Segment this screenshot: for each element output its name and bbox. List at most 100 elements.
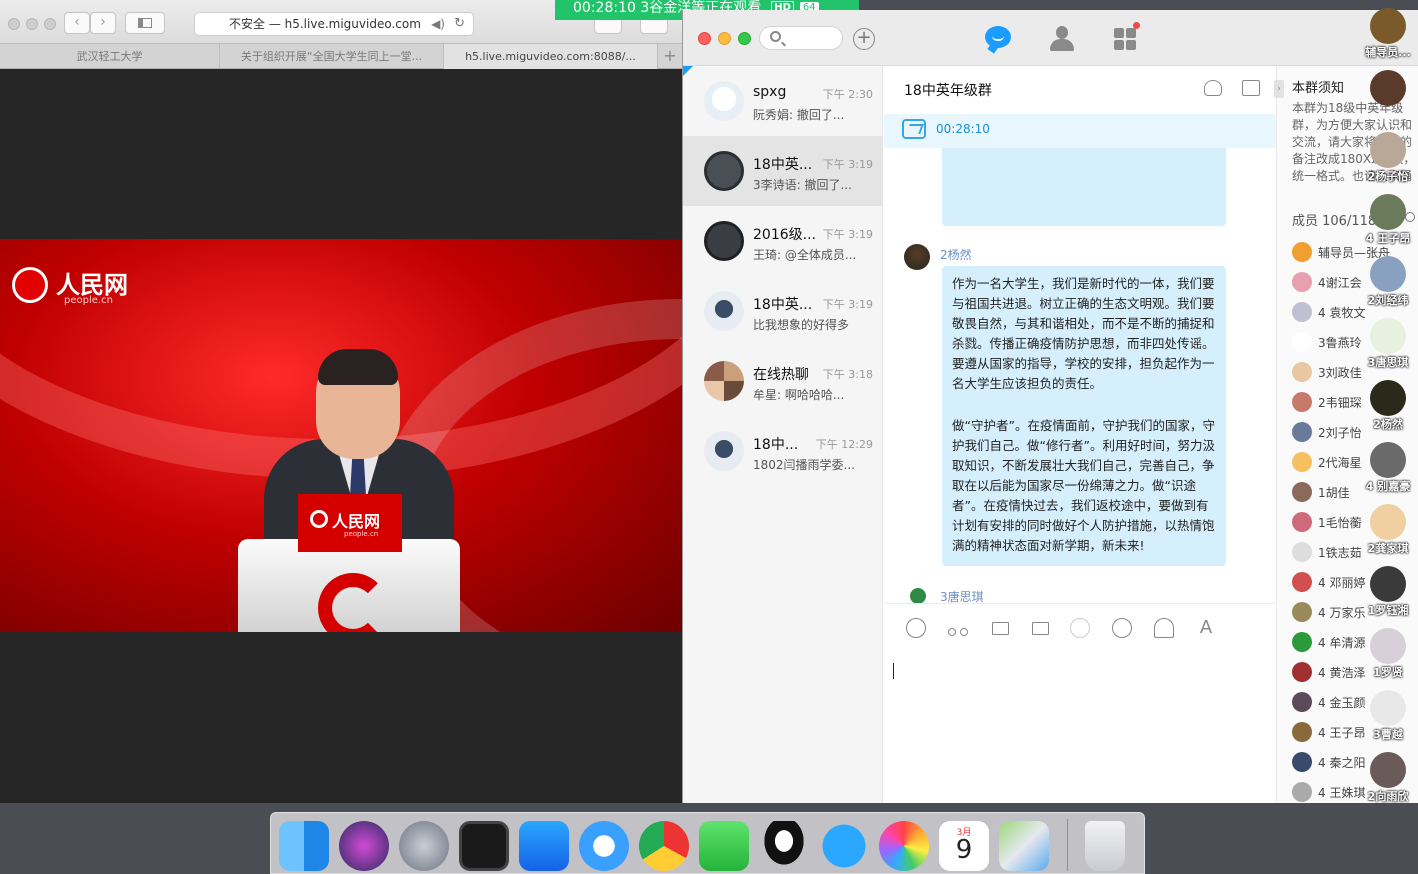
qq-zoom-button[interactable] <box>738 32 751 45</box>
viewer-item[interactable]: 4 王子昂 <box>1358 190 1418 252</box>
avatar[interactable] <box>910 588 926 603</box>
avatar <box>1292 632 1312 652</box>
conversation-name: 18中... <box>753 437 799 453</box>
conversation-item[interactable]: 2016级... 下午 3:19 王琦: @全体成员... <box>683 206 883 276</box>
messages-tab-icon[interactable] <box>983 24 1013 54</box>
viewer-item[interactable]: 2龚家琪 <box>1358 500 1418 562</box>
messages-icon[interactable] <box>819 821 869 871</box>
new-tab-button[interactable]: + <box>658 44 682 69</box>
avatar <box>1370 194 1406 230</box>
avatar <box>1370 566 1406 602</box>
browser-close-button[interactable] <box>8 18 20 30</box>
qq-icon[interactable] <box>759 821 809 871</box>
message-paragraph: 做“守护者”。在疫情面前，守护我们的国家，守护我们自己。做“修行者”。利用好时间… <box>952 418 1215 553</box>
screen-share-bar[interactable]: 00:28:10 <box>884 114 1276 148</box>
member-name: 3鲁燕玲 <box>1318 336 1362 350</box>
live-video[interactable]: 人民网 people.cn 人民网 people.cn <box>0 239 682 632</box>
emoji-icon[interactable] <box>906 618 926 638</box>
viewer-item[interactable]: 2杨然 <box>1358 376 1418 438</box>
avatar <box>1370 442 1406 478</box>
bell-icon[interactable] <box>1154 618 1174 638</box>
avatar <box>1292 572 1312 592</box>
avatar <box>1292 782 1312 802</box>
facetime-icon[interactable] <box>699 821 749 871</box>
safari-icon[interactable] <box>579 821 629 871</box>
collapse-panel-button[interactable]: › <box>1274 80 1284 98</box>
launchpad-icon[interactable] <box>399 821 449 871</box>
scissors-icon[interactable] <box>948 618 968 638</box>
conversation-time: 下午 3:19 <box>822 298 873 311</box>
avatar[interactable] <box>904 244 930 270</box>
conversation-item[interactable]: spxg 下午 2:30 阮秀娟: 撤回了... <box>683 66 883 136</box>
folder-icon[interactable] <box>1242 80 1260 96</box>
maps-icon[interactable] <box>999 821 1049 871</box>
viewer-name: 2向雨欣 <box>1367 790 1409 803</box>
viewer-item[interactable]: 3唐思琪 <box>1358 314 1418 376</box>
qq-search-input[interactable] <box>759 26 843 50</box>
message-paragraph: 作为一名大学生，我们是新时代的一体，我们要与祖国共进退。树立正确的生态文明观。我… <box>952 276 1215 391</box>
photos-icon[interactable] <box>879 821 929 871</box>
viewer-item[interactable] <box>1358 66 1418 128</box>
address-bar[interactable]: 不安全 — h5.live.miguvideo.com ◀) ↻ <box>194 12 474 36</box>
viewer-item[interactable]: 1罗钰湘 <box>1358 562 1418 624</box>
viewer-item[interactable]: 2杨子怡 <box>1358 128 1418 190</box>
tab-notice[interactable]: 关于组织开展“全国大学生同上一堂... <box>220 44 444 69</box>
message-input[interactable] <box>884 651 1276 803</box>
conversation-item[interactable]: 18中... 下午 12:29 1802闫播雨学委... <box>683 416 883 486</box>
message-sender[interactable]: 3唐思琪 <box>940 588 984 603</box>
clock-icon[interactable] <box>1112 618 1132 638</box>
conversation-item[interactable]: 在线热聊 下午 3:18 牟星: 啊哈哈哈... <box>683 346 883 416</box>
qq-minimize-button[interactable] <box>718 32 731 45</box>
conversation-item[interactable]: 18中英... 下午 3:19 比我想象的好得多 <box>683 276 883 346</box>
contacts-tab-icon[interactable] <box>1047 24 1077 54</box>
reload-icon[interactable]: ↻ <box>454 13 465 35</box>
trash-icon[interactable] <box>1085 821 1125 871</box>
tab-live[interactable]: h5.live.miguvideo.com:8088/... <box>444 44 658 69</box>
tab-whpu[interactable]: 武汉轻工大学 <box>0 44 220 69</box>
qq-top-bar: + <box>683 10 1418 66</box>
conversation-last-message: 3李诗语: 撤回了... <box>753 178 852 192</box>
app-store-icon[interactable] <box>519 821 569 871</box>
conversation-time: 下午 3:19 <box>822 158 873 171</box>
avatar <box>1292 242 1312 262</box>
viewer-item[interactable]: 4 别嘉豪 <box>1358 438 1418 500</box>
graduation-cap-icon <box>704 291 744 331</box>
conversation-last-message: 1802闫播雨学委... <box>753 458 855 472</box>
message-list[interactable]: 2杨然 作为一名大学生，我们是新时代的一体，我们要与祖国共进退。树立正确的生态文… <box>884 148 1276 603</box>
avatar <box>1292 752 1312 772</box>
apps-tab-icon[interactable] <box>1111 22 1141 54</box>
viewer-item[interactable]: 2刘经纬 <box>1358 252 1418 314</box>
font-icon[interactable]: A <box>1196 618 1216 638</box>
add-member-icon[interactable] <box>1204 80 1222 96</box>
qq-close-button[interactable] <box>698 32 711 45</box>
viewer-item[interactable]: 2向雨欣 <box>1358 748 1418 810</box>
conversation-last-message: 王琦: @全体成员... <box>753 248 857 262</box>
viewer-item[interactable]: 辅导员... <box>1358 4 1418 66</box>
phone-icon[interactable] <box>1070 618 1090 638</box>
back-button[interactable]: ‹ <box>64 12 90 34</box>
image-icon[interactable] <box>1030 618 1050 638</box>
add-button[interactable]: + <box>853 28 875 50</box>
viewer-name: 2杨然 <box>1373 418 1403 431</box>
member-name: 4谢江会 <box>1318 276 1362 290</box>
finder-icon[interactable] <box>279 821 329 871</box>
viewer-item[interactable]: 1罗贤 <box>1358 624 1418 686</box>
avatar <box>1292 722 1312 742</box>
browser-minimize-button[interactable] <box>26 18 38 30</box>
siri-icon[interactable] <box>339 821 389 871</box>
message-sender[interactable]: 2杨然 <box>940 246 972 263</box>
browser-zoom-button[interactable] <box>44 18 56 30</box>
sidebar-toggle-button[interactable] <box>125 12 165 34</box>
forward-button[interactable]: › <box>90 12 116 34</box>
speaker-icon[interactable]: ◀) <box>431 13 445 35</box>
podium-logo-url: people.cn <box>344 530 379 538</box>
people-logo-icon <box>12 267 48 303</box>
folder-icon[interactable] <box>990 618 1010 638</box>
activity-monitor-icon[interactable] <box>459 821 509 871</box>
chrome-icon[interactable] <box>639 821 689 871</box>
conversation-item[interactable]: 18中英... 下午 3:19 3李诗语: 撤回了... <box>683 136 883 206</box>
speaker-hair <box>318 349 398 385</box>
viewer-item[interactable]: 3曹越 <box>1358 686 1418 748</box>
calendar-icon[interactable]: 3月 9 <box>939 821 989 871</box>
chat-title: 18中英年级群 <box>904 83 992 99</box>
